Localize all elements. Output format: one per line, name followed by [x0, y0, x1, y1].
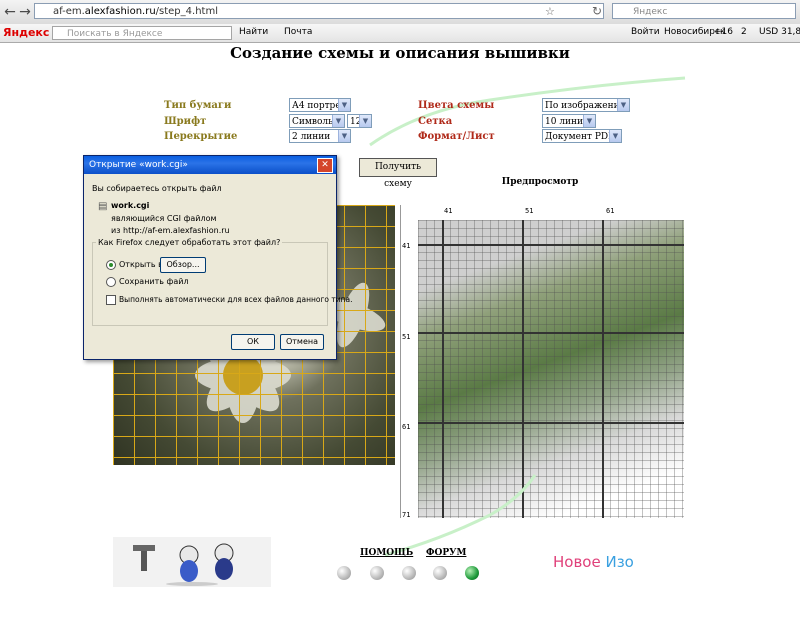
browse-button[interactable]: Обзор...: [160, 257, 206, 273]
reload-icon[interactable]: ↻: [592, 4, 602, 18]
address-bar[interactable]: af-em.alexfashion.ru/step_4.html: [34, 3, 604, 19]
logo-word-1: Новое: [553, 553, 601, 571]
overlap-select[interactable]: 2 линии ▼: [289, 129, 351, 143]
notification-count[interactable]: 2: [741, 27, 747, 37]
chevron-down-icon: ▼: [332, 115, 344, 127]
pattern-tick-y: 61: [402, 423, 411, 431]
grid-label: Сетка: [418, 116, 453, 127]
format-value: Документ PDF: [545, 132, 615, 142]
logo-word-2: Изо: [605, 553, 634, 571]
overlap-label: Перекрытие: [164, 131, 238, 142]
find-button[interactable]: Найти: [239, 27, 268, 37]
open-with-label[interactable]: Открыть в: [119, 260, 163, 269]
forum-link[interactable]: ФОРУМ: [426, 548, 466, 558]
file-icon: ▤: [98, 201, 108, 212]
step-indicator-2[interactable]: [370, 566, 384, 580]
colors-select[interactable]: По изображению ▼: [542, 98, 630, 112]
font-value: Символы: [292, 117, 336, 127]
novoe-izo-logo[interactable]: Новое Изо: [553, 553, 634, 571]
decorative-swoosh: [369, 76, 686, 147]
dialog-type-line: являющийся CGI файлом: [111, 214, 217, 223]
ok-button[interactable]: ОК: [231, 334, 275, 350]
pattern-grid-line: [418, 422, 684, 424]
save-file-label[interactable]: Сохранить файл: [119, 277, 189, 286]
arrow-right-icon[interactable]: →: [16, 3, 34, 21]
grid-select[interactable]: 10 линий ▼: [542, 114, 596, 128]
colors-value: По изображению: [545, 101, 628, 111]
dialog-intro: Вы собираетесь открыть файл: [92, 184, 222, 193]
font-select[interactable]: Символы ▼: [289, 114, 345, 128]
auto-label[interactable]: Выполнять автоматически для всех файлов …: [119, 295, 353, 304]
bookmark-star-icon[interactable]: ☆: [545, 5, 555, 18]
font-label: Шрифт: [164, 116, 207, 127]
yandex-search-input[interactable]: Поискать в Яндексе: [52, 26, 232, 40]
step-indicator-4[interactable]: [433, 566, 447, 580]
chevron-down-icon: ▼: [338, 130, 350, 142]
url-prefix: af-em.: [53, 6, 85, 17]
decorative-swoosh: [384, 474, 537, 557]
pattern-grid-line: [418, 244, 684, 246]
pattern-tick-y: 41: [402, 242, 411, 250]
pattern-tick-y: 51: [402, 333, 411, 341]
dialog-title: Открытие «work.cgi»: [84, 156, 336, 174]
page-title: Создание схемы и описания вышивки: [230, 44, 570, 62]
dialog-question: Как Firefox следует обработать этот файл…: [96, 238, 283, 247]
paper-label: Тип бумаги: [164, 100, 232, 111]
pattern-grid-line: [602, 220, 604, 518]
currency-value[interactable]: USD 31,87: [759, 27, 800, 37]
login-button[interactable]: Войти: [631, 27, 660, 37]
step-indicator-1[interactable]: [337, 566, 351, 580]
overlap-value: 2 линии: [292, 132, 331, 142]
file-open-dialog: Открытие «work.cgi» ✕ Вы собираетесь отк…: [83, 155, 353, 360]
chevron-down-icon: ▼: [338, 99, 350, 111]
pattern-tick-x: 51: [525, 207, 534, 215]
pattern-tick-x: 61: [606, 207, 615, 215]
get-scheme-button[interactable]: Получить схему: [359, 158, 437, 189]
font-size-select[interactable]: 12 ▼: [347, 114, 372, 128]
paper-select[interactable]: А4 портрет ▼: [289, 98, 351, 112]
pattern-grid-line: [418, 332, 684, 334]
colors-label: Цвета схемы: [418, 100, 495, 111]
chevron-down-icon: ▼: [359, 115, 371, 127]
format-select[interactable]: Документ PDF ▼: [542, 129, 622, 143]
dialog-from-line: из http://af-em.alexfashion.ru: [111, 226, 230, 235]
browser-search-placeholder: Яндекс: [633, 7, 668, 17]
mail-button[interactable]: Почта: [284, 27, 312, 37]
format-label: Формат/Лист: [418, 131, 495, 142]
close-icon[interactable]: ✕: [317, 158, 333, 173]
chevron-down-icon: ▼: [617, 99, 629, 111]
cartoon-animals-image: [113, 537, 271, 587]
open-with-radio[interactable]: [106, 260, 116, 270]
browser-nav-bar: ← → af-em.alexfashion.ru/step_4.html ☆ ↻…: [0, 0, 800, 25]
url-path: /step_4.html: [155, 6, 218, 17]
dialog-filename: work.cgi: [111, 201, 150, 210]
save-file-radio[interactable]: [106, 277, 116, 287]
chevron-down-icon: ▼: [583, 115, 595, 127]
preview-title: Предпросмотр: [501, 177, 579, 187]
yandex-search-placeholder: Поискать в Яндексе: [67, 29, 163, 39]
weather-value[interactable]: +16: [714, 27, 733, 37]
step-indicator-5[interactable]: [465, 566, 479, 580]
step-indicator-3[interactable]: [402, 566, 416, 580]
chevron-down-icon: ▼: [609, 130, 621, 142]
url-domain: alexfashion.ru: [84, 6, 156, 17]
yandex-logo[interactable]: Яндекс: [3, 26, 49, 39]
browser-search-input[interactable]: Яндекс: [612, 3, 796, 19]
auto-checkbox[interactable]: [106, 295, 116, 305]
help-link[interactable]: ПОМОЩЬ: [360, 548, 413, 558]
cancel-button[interactable]: Отмена: [280, 334, 324, 350]
pattern-tick-x: 41: [444, 207, 453, 215]
